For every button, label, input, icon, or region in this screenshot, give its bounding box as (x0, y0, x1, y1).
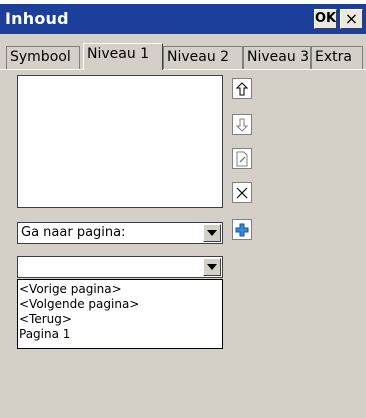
dropdown-option[interactable]: <Terug> (18, 312, 222, 327)
ok-button[interactable]: OK (314, 9, 337, 29)
edit-page-icon (236, 151, 248, 166)
add-button[interactable] (232, 219, 252, 240)
tab-niveau-2[interactable]: Niveau 2 (163, 46, 243, 69)
move-down-button[interactable] (232, 114, 252, 135)
action-combo-dropdown-button[interactable] (203, 224, 221, 242)
target-combo[interactable] (17, 256, 223, 278)
chevron-down-icon (207, 230, 217, 236)
dropdown-option[interactable]: Pagina 1 (18, 327, 222, 342)
delete-x-icon (236, 187, 248, 198)
delete-button[interactable] (232, 182, 252, 203)
move-up-button[interactable] (232, 78, 252, 99)
item-listbox[interactable] (17, 75, 223, 208)
tab-divider (0, 69, 366, 70)
close-button[interactable]: × (340, 9, 363, 29)
tab-extra[interactable]: Extra (311, 46, 363, 69)
arrow-down-icon (236, 118, 248, 132)
action-combo[interactable]: Ga naar pagina: (17, 222, 223, 244)
tab-symbool[interactable]: Symbool (6, 46, 80, 69)
dropdown-option[interactable]: <Volgende pagina> (18, 297, 222, 312)
dropdown-option[interactable]: <Vorige pagina> (18, 282, 222, 297)
edit-button[interactable] (232, 148, 252, 169)
title-bar: Inhoud OK × (0, 4, 366, 34)
arrow-up-icon (236, 81, 248, 95)
target-combo-dropdown-button[interactable] (203, 258, 221, 276)
action-combo-value: Ga naar pagina: (21, 225, 126, 240)
tab-niveau-1[interactable]: Niveau 1 (83, 43, 163, 70)
tab-niveau-3[interactable]: Niveau 3 (243, 46, 311, 69)
window-title: Inhoud (5, 9, 69, 28)
chevron-down-icon (207, 264, 217, 270)
target-dropdown-list: <Vorige pagina> <Volgende pagina> <Terug… (17, 279, 223, 349)
add-plus-icon (235, 223, 249, 236)
